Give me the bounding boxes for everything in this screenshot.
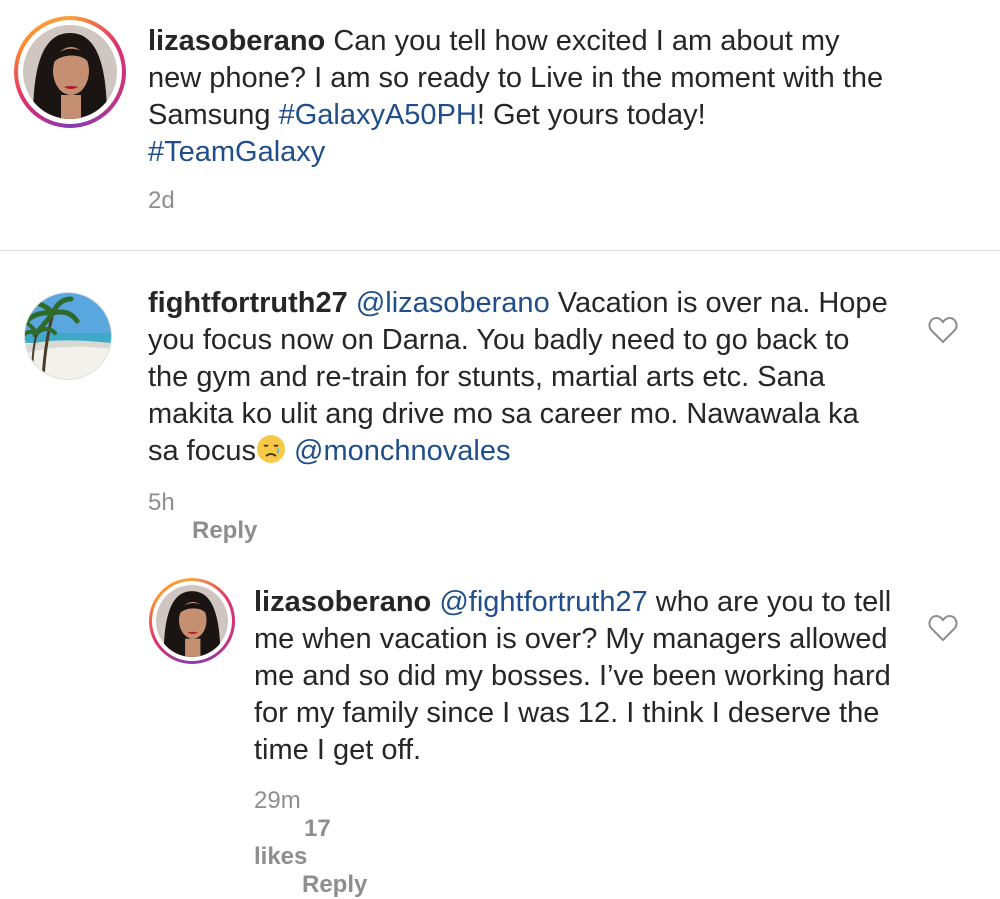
mention-link[interactable]: @lizasoberano (356, 287, 550, 319)
reply-meta: 29m 17 likes Reply (254, 787, 367, 899)
profile-photo-icon (23, 25, 117, 119)
profile-photo-icon (156, 585, 228, 657)
beach-avatar-icon (25, 293, 111, 379)
like-heart-icon[interactable] (928, 614, 958, 642)
sad-face-emoji-icon (257, 435, 285, 463)
username[interactable]: lizasoberano (254, 586, 431, 618)
hashtag-link[interactable]: #GalaxyA50PH (279, 99, 477, 131)
mention-link[interactable]: @monchnovales (286, 435, 510, 467)
divider (0, 250, 1000, 251)
comment-meta: 5h Reply (148, 489, 257, 545)
hashtag-link[interactable]: #TeamGalaxy (148, 136, 325, 168)
avatar[interactable] (149, 578, 235, 664)
username[interactable]: fightfortruth27 (148, 287, 348, 319)
like-heart-icon[interactable] (928, 316, 958, 344)
avatar[interactable] (24, 292, 112, 380)
caption-text: lizasoberano Can you tell how excited I … (148, 23, 888, 171)
caption-body-middle: ! Get yours today! (476, 99, 706, 131)
likes-count[interactable]: 17 likes (254, 815, 331, 870)
reply-button[interactable]: Reply (192, 517, 257, 544)
mention-link[interactable]: @fightfortruth27 (439, 586, 647, 618)
reply-button[interactable]: Reply (302, 871, 367, 898)
timestamp: 29m (254, 787, 301, 814)
avatar[interactable] (14, 16, 126, 128)
timestamp: 2d (148, 187, 175, 214)
comment-text: fightfortruth27 @lizasoberano Vacation i… (148, 285, 893, 470)
reply-text: lizasoberano @fightfortruth27 who are yo… (254, 584, 904, 769)
timestamp: 5h (148, 489, 175, 516)
username[interactable]: lizasoberano (148, 25, 325, 57)
